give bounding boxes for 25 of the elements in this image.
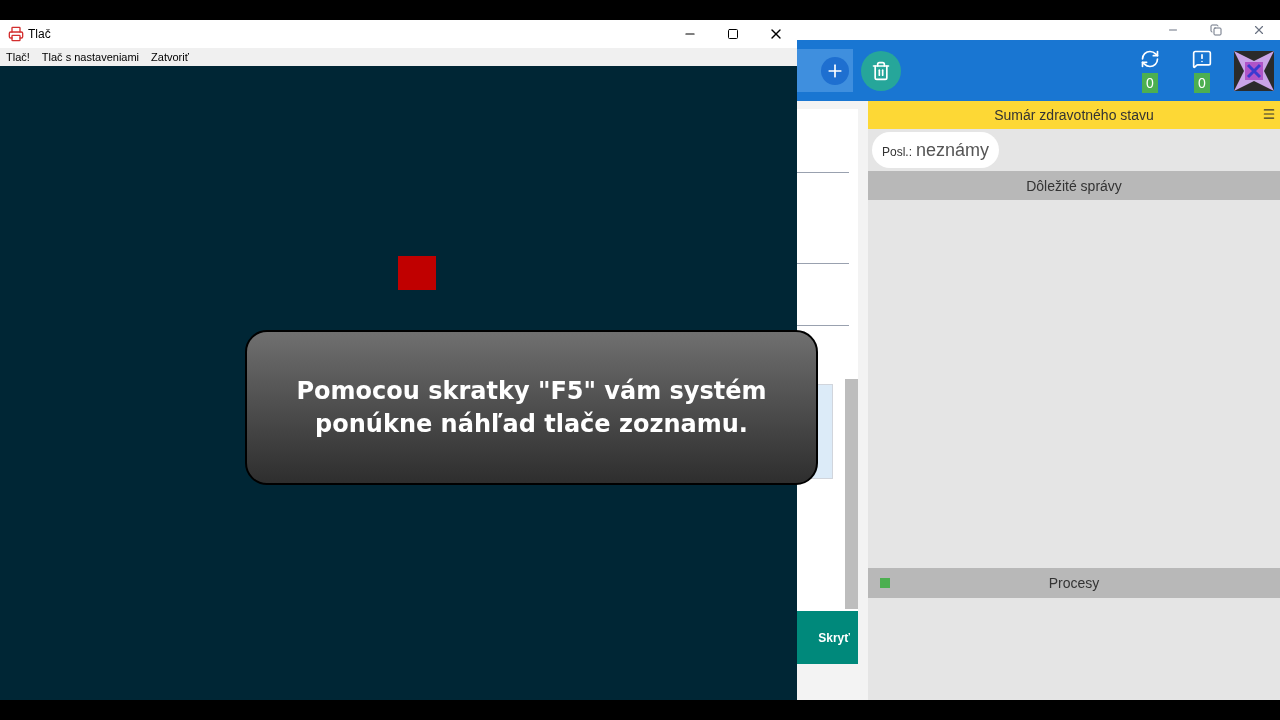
add-button[interactable] bbox=[821, 56, 849, 85]
printer-icon bbox=[8, 26, 24, 42]
caption-text: Pomocou skratky "F5" vám systém ponúkne náhľad tlače zoznamu. bbox=[295, 375, 768, 440]
delete-button[interactable] bbox=[861, 50, 901, 91]
avatar-icon[interactable] bbox=[1234, 50, 1274, 91]
window-title: Tlač bbox=[28, 26, 51, 42]
alert-icon[interactable] bbox=[1192, 48, 1212, 69]
hide-button[interactable]: Skryť bbox=[797, 611, 858, 664]
maximize-icon bbox=[726, 28, 739, 40]
printed-shape bbox=[398, 256, 436, 290]
menu-icon[interactable] bbox=[1262, 107, 1276, 121]
counter-badge: 0 bbox=[1142, 72, 1158, 93]
trash-icon bbox=[871, 60, 891, 81]
menu-item[interactable]: Zatvoriť bbox=[151, 48, 189, 66]
section-title: Dôležité správy bbox=[1026, 176, 1122, 196]
menu-item[interactable]: Tlač s nastaveniami bbox=[41, 48, 140, 66]
sync-icon[interactable] bbox=[1140, 48, 1160, 69]
restore-icon bbox=[1209, 24, 1222, 36]
counter-badge: 0 bbox=[1194, 72, 1210, 93]
menu-item[interactable]: Tlač! bbox=[6, 48, 30, 66]
status-label: Posl.: bbox=[882, 144, 912, 160]
section-title: Sumár zdravotného stavu bbox=[994, 106, 1154, 125]
scrollbar[interactable] bbox=[845, 379, 858, 609]
status-value: neznámy bbox=[916, 139, 990, 162]
section-title: Procesy bbox=[1047, 574, 1101, 593]
